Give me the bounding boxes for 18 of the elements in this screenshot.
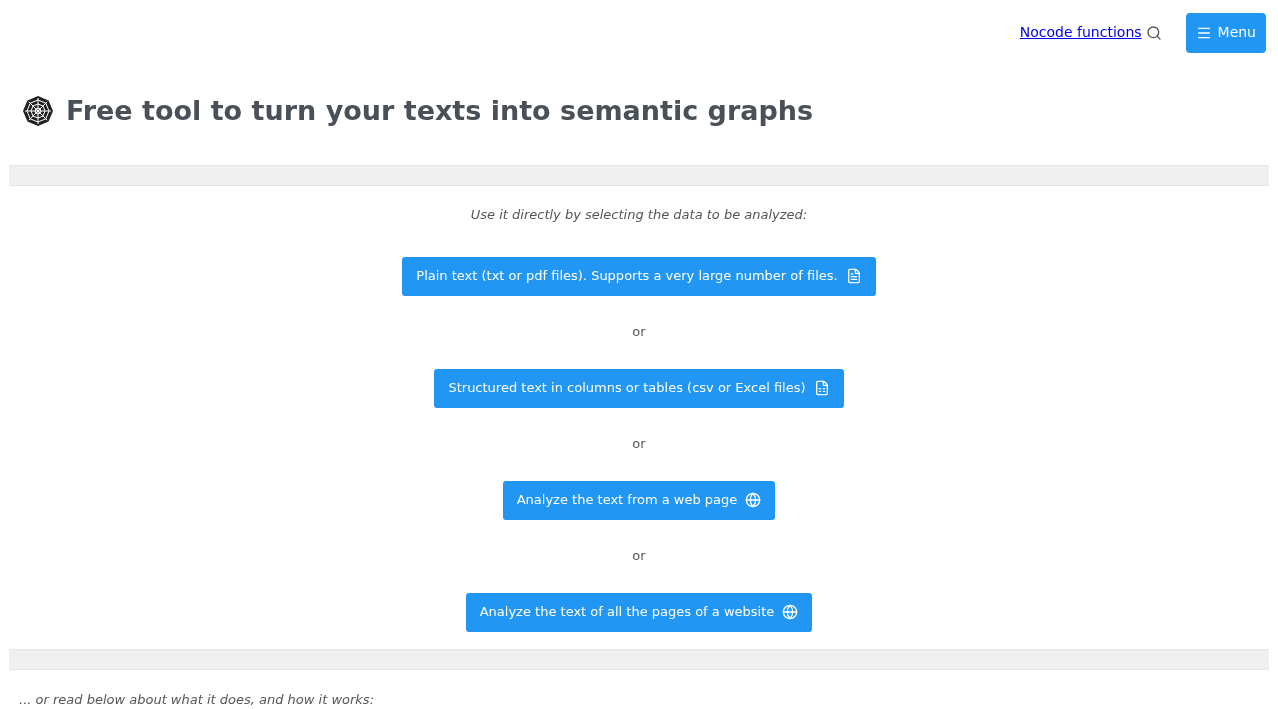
or-separator: or — [632, 547, 646, 566]
menu-button[interactable]: Menu — [1185, 12, 1266, 53]
read-below-text: ... or read below about what it does, and how it works: — [18, 690, 376, 709]
search-icon — [1145, 24, 1162, 41]
or-separator: or — [632, 323, 646, 342]
nocode-functions-link[interactable]: Nocode functions — [1019, 22, 1142, 44]
intro-text: Use it directly by selecting the data to be analyzed: — [470, 205, 808, 224]
data-source-button[interactable]: Plain text (txt or pdf files). Supports a very large number of files. — [402, 256, 876, 296]
data-source-button[interactable]: Structured text in columns or tables (csv or Excel files) — [434, 368, 844, 408]
file-icon — [845, 268, 862, 285]
globe-icon — [745, 492, 762, 509]
data-source-button[interactable]: Analyze the text of all the pages of a website — [465, 592, 813, 632]
data-source-button[interactable]: Analyze the text from a web page — [502, 480, 776, 520]
spider-web-icon — [22, 95, 54, 128]
or-separator: or — [632, 435, 646, 454]
globe-icon — [782, 604, 799, 621]
page-title: Free tool to turn your texts into semantic graphs — [66, 93, 814, 128]
spreadsheet-file-icon — [813, 380, 830, 397]
